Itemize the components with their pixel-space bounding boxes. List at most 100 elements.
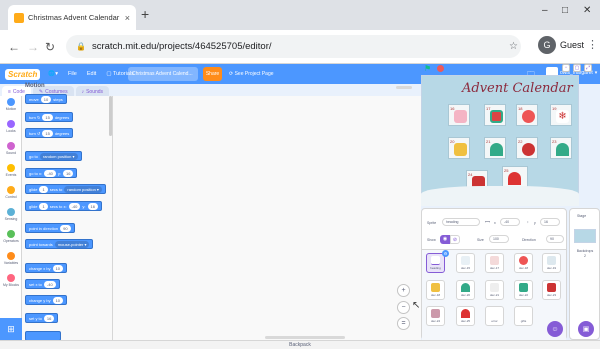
maximize-button[interactable]: □: [562, 5, 568, 16]
block-input[interactable]: 16: [87, 202, 98, 210]
browser-tab[interactable]: Christmas Advent Calendar - Inv ×: [8, 5, 136, 30]
browser-menu-icon[interactable]: ⋮: [587, 38, 598, 51]
block-point-towards[interactable]: point towards mouse-pointer ▾: [25, 239, 94, 249]
palette-scrollbar[interactable]: [109, 96, 112, 136]
sprite-info-badge[interactable]: ⚙: [442, 250, 449, 257]
block-input[interactable]: 1: [39, 202, 48, 210]
block-set-y[interactable]: set y to 16: [25, 313, 59, 323]
block-move-steps[interactable]: move 10 steps: [25, 94, 67, 104]
x-input[interactable]: -40: [500, 218, 520, 226]
code-workspace[interactable]: [113, 96, 421, 340]
block-input[interactable]: 1: [39, 185, 48, 193]
close-window-button[interactable]: ✕: [583, 5, 591, 16]
advent-door: 17: [484, 104, 506, 126]
block-input[interactable]: 15: [42, 113, 53, 121]
sprite-name-input[interactable]: heading: [442, 218, 480, 226]
reload-icon[interactable]: ↻: [45, 40, 55, 54]
add-sprite-button[interactable]: ☺: [547, 321, 563, 337]
block-dropdown[interactable]: mouse-pointer ▾: [54, 240, 90, 248]
fullscreen-icon[interactable]: ⤢: [584, 64, 592, 72]
y-input[interactable]: 16: [540, 218, 560, 226]
edit-menu[interactable]: Edit: [87, 71, 96, 77]
new-tab-button[interactable]: +: [141, 6, 149, 22]
sprite-tile[interactable]: dec-21: [485, 280, 504, 300]
file-menu[interactable]: File: [68, 71, 77, 77]
hide-eye-icon[interactable]: ⊘: [450, 235, 460, 244]
see-project-page-button[interactable]: ⟳ See Project Page: [229, 71, 274, 77]
block-dropdown[interactable]: random position ▾: [64, 185, 102, 193]
category-control[interactable]: Control: [0, 186, 22, 199]
block-input[interactable]: -40: [44, 169, 56, 177]
category-variables[interactable]: Variables: [0, 252, 22, 265]
block-input[interactable]: 10: [52, 264, 64, 272]
share-button[interactable]: Share: [203, 67, 222, 81]
sprite-tile[interactable]: dec-17: [485, 253, 504, 273]
workspace-scrollbar[interactable]: [396, 86, 412, 89]
sprite-tile[interactable]: dec-24: [426, 306, 445, 326]
category-operators[interactable]: Operators: [0, 230, 22, 243]
sprite-tile[interactable]: dec-15: [456, 253, 475, 273]
block-input[interactable]: 15: [42, 129, 53, 137]
block-change-x[interactable]: change x by 10: [25, 263, 68, 273]
sprite-tile[interactable]: dec-18: [426, 280, 445, 300]
project-title-input[interactable]: Christmas Advent Calend...: [128, 67, 198, 81]
block-input[interactable]: 10: [40, 95, 52, 103]
sprite-tile[interactable]: dec-18: [514, 253, 533, 273]
block-input[interactable]: 16: [43, 314, 55, 322]
add-extension-button[interactable]: ⊞: [0, 318, 22, 340]
block-input[interactable]: 10: [52, 296, 64, 304]
small-stage-icon[interactable]: ▫: [562, 64, 570, 72]
category-label: Motion: [5, 107, 17, 111]
block-input[interactable]: -40: [68, 202, 81, 210]
bookmark-star-icon[interactable]: ☆: [509, 41, 518, 52]
show-eye-icon[interactable]: ◉: [440, 235, 450, 244]
sprite-tile[interactable]: dec-23: [542, 280, 561, 300]
sprite-tile[interactable]: dec-22: [514, 280, 533, 300]
zoom-reset-button[interactable]: =: [397, 317, 410, 330]
zoom-out-button[interactable]: −: [397, 301, 410, 314]
block-glide-to[interactable]: glide 1 secs to random position ▾: [25, 184, 106, 194]
sprite-tile[interactable]: dec-25: [456, 306, 475, 326]
category-motion[interactable]: Motion: [0, 98, 22, 111]
direction-input[interactable]: 90: [546, 235, 564, 243]
category-sensing[interactable]: Sensing: [0, 208, 22, 221]
block-turn-left[interactable]: turn ↺ 15 degrees: [25, 128, 74, 138]
block-go-to[interactable]: go to random position ▾: [25, 151, 82, 161]
category-events[interactable]: Events: [0, 164, 22, 177]
block-glide-xy[interactable]: glide 1 secs to x: -40 y: 16: [25, 201, 102, 211]
category-sound[interactable]: Sound: [0, 142, 22, 155]
stop-icon[interactable]: [437, 65, 444, 72]
sprite-tile-label: dec-19: [546, 266, 557, 270]
workspace-hscrollbar[interactable]: [265, 336, 345, 339]
block-go-to-xy[interactable]: go to x: -40 y: 16: [25, 168, 78, 178]
block-set-x[interactable]: set x to -40: [25, 279, 60, 289]
block-input[interactable]: 16: [63, 169, 74, 177]
category-my-blocks[interactable]: My Blocks: [0, 274, 22, 287]
sprite-tile[interactable]: dec-19: [542, 253, 561, 273]
category-looks[interactable]: Looks: [0, 120, 22, 133]
sprite-tile[interactable]: error: [485, 306, 504, 326]
backpack-bar[interactable]: Backpack: [0, 340, 600, 349]
block-input[interactable]: 90: [60, 224, 71, 232]
block-turn-right[interactable]: turn ↻ 15 degrees: [25, 112, 74, 122]
address-bar[interactable]: 🔒 scratch.mit.edu/projects/464525705/edi…: [66, 35, 521, 58]
block-input[interactable]: -40: [43, 280, 56, 288]
zoom-in-button[interactable]: +: [397, 284, 410, 297]
size-input[interactable]: 100: [489, 235, 509, 243]
tab-close-icon[interactable]: ×: [125, 13, 130, 23]
sprite-tile[interactable]: dec-20: [456, 280, 475, 300]
green-flag-icon[interactable]: ⚑: [424, 64, 431, 73]
stage-target-panel[interactable]: Stage Backdrops 2 ▣: [569, 208, 600, 340]
scratch-logo[interactable]: Scratch: [5, 68, 41, 80]
forward-icon[interactable]: →: [27, 40, 39, 54]
profile-button[interactable]: G Guest: [538, 36, 584, 54]
block-point-direction[interactable]: point in direction 90: [25, 223, 75, 233]
large-stage-icon[interactable]: ▢: [573, 64, 581, 72]
language-globe-icon[interactable]: 🌐▾: [48, 71, 58, 77]
add-backdrop-button[interactable]: ▣: [578, 321, 594, 337]
block-dropdown[interactable]: random position ▾: [39, 152, 78, 160]
sprite-tile[interactable]: gifts: [514, 306, 533, 326]
block-change-y[interactable]: change y by 10: [25, 295, 68, 305]
back-icon[interactable]: ←: [8, 40, 20, 54]
minimize-button[interactable]: –: [542, 5, 548, 16]
